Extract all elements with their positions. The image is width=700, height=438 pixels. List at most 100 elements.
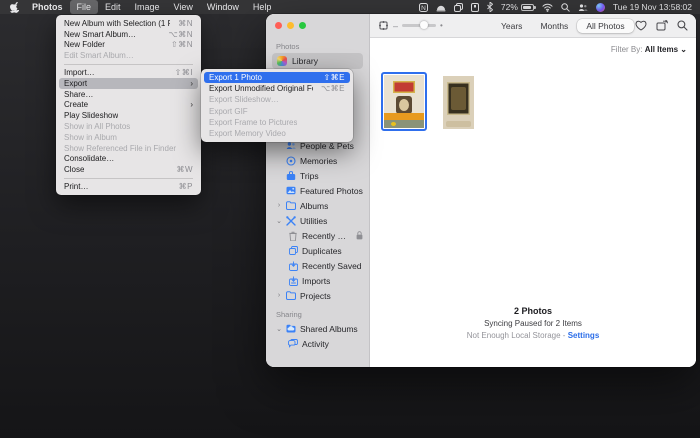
window-main: – • Years Months All Photos Filter By: A… <box>370 14 696 367</box>
menu-item-play-slideshow[interactable]: Play Slideshow <box>59 110 198 121</box>
menu-item-export-1-photo[interactable]: Export 1 Photo ⇧⌘E <box>204 72 350 83</box>
window-toolbar: – • Years Months All Photos <box>370 14 696 38</box>
submenu-arrow-icon: › <box>190 100 193 109</box>
utilities-icon <box>286 216 296 226</box>
siri-icon[interactable] <box>596 3 605 12</box>
bluetooth-icon[interactable] <box>487 2 493 12</box>
bell-icon[interactable] <box>436 3 446 12</box>
menu-item-edit-smart-album: Edit Smart Album… <box>59 50 198 61</box>
sidebar: Photos Library People & Pets Memories Tr… <box>266 14 370 367</box>
sidebar-item-utilities[interactable]: ⌄ Utilities <box>266 213 369 228</box>
menubar-clock[interactable]: Tue 19 Nov 13:58:02 <box>613 2 692 12</box>
close-window-button[interactable] <box>275 22 282 29</box>
package-icon[interactable] <box>471 3 479 12</box>
library-status: 2 Photos Syncing Paused for 2 Items Not … <box>370 306 696 340</box>
clipboard-icon[interactable] <box>454 3 463 12</box>
thumbnail-aspect-icon[interactable] <box>378 20 389 31</box>
sidebar-section-sharing: Sharing <box>276 310 369 319</box>
menubar-item-edit[interactable]: Edit <box>98 0 128 14</box>
sidebar-item-memories[interactable]: Memories <box>266 153 369 168</box>
menu-item-close[interactable]: Close ⌘W <box>59 164 198 175</box>
featured-photos-icon <box>286 186 296 196</box>
albums-icon <box>286 201 296 211</box>
sidebar-item-duplicates[interactable]: Duplicates <box>266 243 369 258</box>
sidebar-item-projects[interactable]: › Projects <box>266 288 369 303</box>
sidebar-item-library[interactable]: Library <box>272 53 363 69</box>
menu-item-new-album-with-selection[interactable]: New Album with Selection (1 Photo) ⌘N <box>59 18 198 29</box>
export-submenu: Export 1 Photo ⇧⌘E Export Unmodified Ori… <box>201 69 353 142</box>
menu-item-export[interactable]: Export › <box>59 78 198 89</box>
photos-window: Photos Library People & Pets Memories Tr… <box>266 14 696 367</box>
projects-icon <box>286 291 296 301</box>
menubar-item-help[interactable]: Help <box>246 0 279 14</box>
sidebar-item-recently-deleted[interactable]: Recently Dele… <box>266 228 369 243</box>
minimize-window-button[interactable] <box>287 22 294 29</box>
notes-app-icon[interactable]: N <box>419 3 428 12</box>
sidebar-item-imports[interactable]: Imports <box>266 273 369 288</box>
menubar-app-title[interactable]: Photos <box>25 0 70 14</box>
activity-icon <box>288 339 298 349</box>
lock-icon <box>356 231 363 240</box>
sidebar-item-recently-saved[interactable]: Recently Saved <box>266 258 369 273</box>
zoom-slider[interactable] <box>402 24 436 27</box>
menu-item-new-folder[interactable]: New Folder ⇧⌘N <box>59 40 198 51</box>
window-controls <box>275 22 306 29</box>
menubar-item-image[interactable]: Image <box>128 0 167 14</box>
sidebar-item-trips[interactable]: Trips <box>266 168 369 183</box>
battery-percent: 72% <box>501 2 518 12</box>
menu-item-consolidate[interactable]: Consolidate… <box>59 154 198 165</box>
photo-1 <box>384 75 424 128</box>
menu-item-new-smart-album[interactable]: New Smart Album… ⌥⌘N <box>59 29 198 40</box>
sidebar-item-label: Library <box>292 56 318 66</box>
sidebar-item-activity[interactable]: Activity <box>266 336 369 351</box>
menu-item-print[interactable]: Print… ⌘P <box>59 181 198 192</box>
segment-years[interactable]: Years <box>492 19 531 33</box>
shared-albums-icon <box>286 324 296 334</box>
wifi-icon[interactable] <box>542 3 553 12</box>
svg-text:N: N <box>421 5 426 12</box>
zoom-out-mark: – <box>393 21 398 31</box>
recently-saved-icon <box>288 261 298 271</box>
storage-warning: Not Enough Local Storage - <box>467 331 566 340</box>
menubar-item-view[interactable]: View <box>167 0 200 14</box>
rotate-icon[interactable] <box>656 20 668 31</box>
menu-item-import[interactable]: Import… ⇧⌘I <box>59 67 198 78</box>
spotlight-search-icon[interactable] <box>561 3 570 12</box>
menubar-item-file[interactable]: File <box>70 0 99 14</box>
user-switch-icon[interactable] <box>578 3 588 12</box>
sidebar-item-shared-albums[interactable]: ⌄ Shared Albums <box>266 321 369 336</box>
file-menu: New Album with Selection (1 Photo) ⌘N Ne… <box>56 15 201 195</box>
battery-indicator[interactable]: 72% <box>501 2 534 12</box>
trash-icon <box>288 231 298 241</box>
search-icon[interactable] <box>677 20 688 31</box>
submenu-arrow-icon: › <box>190 79 193 88</box>
menu-item-export-frame-to-pictures: Export Frame to Pictures <box>204 117 350 128</box>
segment-all-photos[interactable]: All Photos <box>577 19 633 33</box>
menu-item-share[interactable]: Share… <box>59 89 198 100</box>
memories-icon <box>286 156 296 166</box>
favorite-heart-icon[interactable] <box>635 20 647 31</box>
apple-menu-icon[interactable] <box>10 2 19 13</box>
sidebar-section-photos: Photos <box>276 42 369 51</box>
zoom-in-mark: • <box>440 21 443 30</box>
filter-control[interactable]: Filter By: All Items ⌄ <box>611 45 687 54</box>
sidebar-item-albums[interactable]: › Albums <box>266 198 369 213</box>
imports-icon <box>288 276 298 286</box>
zoom-window-button[interactable] <box>299 22 306 29</box>
settings-link[interactable]: Settings <box>568 331 600 340</box>
photo-count: 2 Photos <box>370 306 696 316</box>
menu-separator <box>64 178 193 179</box>
menu-item-export-slideshow: Export Slideshow… <box>204 94 350 105</box>
photo-thumbnail-2[interactable] <box>443 76 474 129</box>
menu-separator <box>64 64 193 65</box>
duplicates-icon <box>288 246 298 256</box>
menubar-item-window[interactable]: Window <box>200 0 246 14</box>
zoom-slider-knob[interactable] <box>420 21 428 29</box>
segment-months[interactable]: Months <box>531 19 577 33</box>
photo-thumbnail-selected[interactable] <box>381 72 427 131</box>
menu-item-create[interactable]: Create › <box>59 100 198 111</box>
library-icon <box>277 56 287 66</box>
sidebar-item-featured-photos[interactable]: Featured Photos <box>266 183 369 198</box>
menu-item-export-unmodified-original[interactable]: Export Unmodified Original For 1 Photo ⌥… <box>204 83 350 94</box>
sync-status: Syncing Paused for 2 Items <box>370 319 696 328</box>
